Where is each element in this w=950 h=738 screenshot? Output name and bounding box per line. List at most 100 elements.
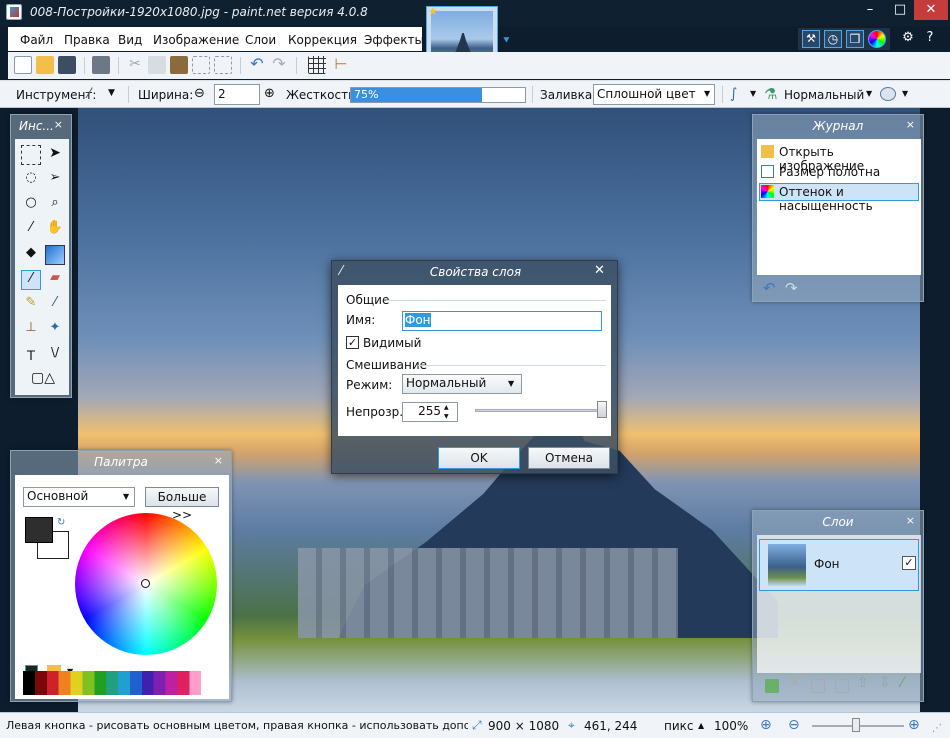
menu-effects[interactable]: Эффекты <box>364 33 424 47</box>
palette-dropdown-icon[interactable]: ▼ <box>123 492 129 501</box>
antialias-dropdown-icon[interactable]: ▼ <box>750 89 756 98</box>
palette-close-icon[interactable]: × <box>214 454 223 467</box>
save-icon[interactable] <box>58 56 76 74</box>
colors-toggle-icon[interactable] <box>868 30 886 48</box>
cancel-button[interactable]: Отмена <box>528 447 610 469</box>
menu-edit[interactable]: Правка <box>64 33 110 47</box>
lasso-select-icon[interactable]: ◌ <box>21 170 41 190</box>
layer-visibility-checkbox[interactable]: ✓ <box>902 556 916 570</box>
tools-close-icon[interactable]: × <box>54 118 63 131</box>
color-wheel[interactable] <box>75 513 217 655</box>
units-dropdown-icon[interactable]: ▲ <box>698 721 704 730</box>
close-button[interactable]: ✕ <box>914 0 948 20</box>
menu-layers[interactable]: Слои <box>245 33 276 47</box>
blend-mode-select[interactable]: Нормальный <box>784 88 864 102</box>
clone-stamp-icon[interactable]: ⊥ <box>21 320 41 340</box>
maximize-button[interactable]: □ <box>886 0 914 20</box>
history-redo-icon[interactable]: ↷ <box>785 279 798 297</box>
shapes-icon[interactable]: ▢△ <box>21 370 65 390</box>
width-decrease-icon[interactable]: ⊖ <box>194 86 205 101</box>
antialiasing-icon[interactable]: ∫ <box>730 86 737 102</box>
history-close-icon[interactable]: × <box>906 118 915 131</box>
layer-properties-icon[interactable]: ⁄ <box>901 675 903 691</box>
text-icon[interactable]: Ｔ <box>21 345 41 365</box>
menu-image[interactable]: Изображение <box>153 33 239 47</box>
ruler-icon[interactable]: ⊢ <box>332 56 350 74</box>
tools-toggle-icon[interactable]: ⚒ <box>802 30 820 48</box>
zoom-level[interactable]: 100% <box>714 719 748 733</box>
duplicate-layer-icon[interactable] <box>811 679 825 693</box>
history-item-selected[interactable]: Оттенок и насыщенность <box>759 183 919 213</box>
move-layer-down-icon[interactable]: ⇩ <box>879 675 891 691</box>
swap-colors-icon[interactable]: ↻ <box>57 517 65 528</box>
merge-layer-icon[interactable] <box>835 679 849 693</box>
layers-close-icon[interactable]: × <box>906 514 915 527</box>
line-curve-icon[interactable]: \/ <box>45 345 65 365</box>
move-selected-icon[interactable]: ➤ <box>45 145 65 165</box>
zoom-fit-icon[interactable]: ⊕ <box>760 717 772 733</box>
zoom-in-icon[interactable]: ⊕ <box>908 717 920 733</box>
print-icon[interactable] <box>92 56 110 74</box>
add-layer-icon[interactable] <box>765 679 779 693</box>
rectangle-select-icon[interactable] <box>21 145 41 165</box>
gradient-icon[interactable] <box>45 245 65 265</box>
menu-adjustments[interactable]: Коррекция <box>288 33 357 47</box>
history-undo-icon[interactable]: ↶ <box>763 279 776 297</box>
history-item[interactable]: Открыть изображение <box>759 143 919 173</box>
menu-view[interactable]: Вид <box>118 33 142 47</box>
open-icon[interactable] <box>36 56 54 74</box>
dialog-close-icon[interactable]: ✕ <box>594 263 605 278</box>
color-swatch-strip[interactable] <box>23 671 221 695</box>
opacity-input[interactable]: 255 <box>402 402 458 422</box>
minimize-button[interactable]: – <box>856 0 884 20</box>
pencil-icon[interactable]: ✎ <box>21 295 41 315</box>
delete-layer-icon[interactable]: ✕ <box>789 675 801 691</box>
fill-dropdown-icon[interactable]: ▼ <box>704 89 710 98</box>
palette-mode-select[interactable]: Основной <box>23 487 135 507</box>
units-select[interactable]: пикс <box>664 719 694 733</box>
pan-icon[interactable]: ✋ <box>45 220 65 240</box>
grid-icon[interactable] <box>308 56 326 74</box>
width-increase-icon[interactable]: ⊕ <box>264 86 275 101</box>
zoom-icon[interactable]: ⌕ <box>45 195 65 215</box>
blend-dropdown-icon[interactable]: ▼ <box>866 89 872 98</box>
help-icon[interactable]: ? <box>920 28 940 48</box>
paintbrush-tool-icon[interactable]: ⁄ <box>21 270 41 290</box>
selection-mode-icon[interactable] <box>880 87 896 101</box>
recolor-icon[interactable]: ✦ <box>45 320 65 340</box>
ok-button[interactable]: OK <box>438 447 520 469</box>
move-selection-icon[interactable]: ➢ <box>45 170 65 190</box>
history-item[interactable]: Размер полотна <box>759 163 919 181</box>
opacity-spinner-icon[interactable]: ▲ ▼ <box>444 403 449 421</box>
tool-dropdown-icon[interactable]: ▼ <box>108 88 115 98</box>
paste-icon[interactable] <box>170 56 188 74</box>
resize-grip-icon[interactable]: ⋰ <box>932 723 942 734</box>
history-toggle-icon[interactable]: ◷ <box>824 30 842 48</box>
opacity-slider-track[interactable] <box>475 409 605 412</box>
selection-dropdown-icon[interactable]: ▼ <box>902 89 908 98</box>
magic-wand-icon[interactable]: ⁄ <box>21 220 41 240</box>
layer-row[interactable]: Фон ✓ <box>759 539 919 591</box>
move-layer-up-icon[interactable]: ⇧ <box>857 675 869 691</box>
ellipse-select-icon[interactable]: ○ <box>21 195 41 215</box>
copy-icon[interactable] <box>148 56 166 74</box>
zoom-slider-thumb[interactable] <box>852 718 860 732</box>
eraser-icon[interactable]: ▰ <box>45 270 65 290</box>
zoom-out-icon[interactable]: ⊖ <box>788 717 800 733</box>
mode-dropdown-icon[interactable]: ▼ <box>508 379 514 388</box>
primary-color-swatch[interactable] <box>25 517 53 543</box>
width-input[interactable]: 2 <box>214 84 260 105</box>
hardness-slider[interactable]: 75% <box>350 87 526 103</box>
deselect-icon[interactable] <box>214 56 232 74</box>
tab-list-icon[interactable]: ⯆ <box>502 34 511 48</box>
crop-icon[interactable] <box>192 56 210 74</box>
blend-mode-dropdown[interactable]: Нормальный <box>402 374 522 394</box>
settings-icon[interactable]: ⚙ <box>898 28 918 48</box>
visible-checkbox[interactable]: ✓ <box>346 336 359 349</box>
layers-toggle-icon[interactable]: ❒ <box>846 30 864 48</box>
new-icon[interactable] <box>14 56 32 74</box>
paint-bucket-icon[interactable]: ◆ <box>21 245 41 265</box>
paintbrush-icon[interactable]: ⁄ <box>88 86 90 102</box>
color-picker-icon[interactable]: ⁄ <box>45 295 65 315</box>
undo-icon[interactable]: ↶ <box>248 56 266 74</box>
